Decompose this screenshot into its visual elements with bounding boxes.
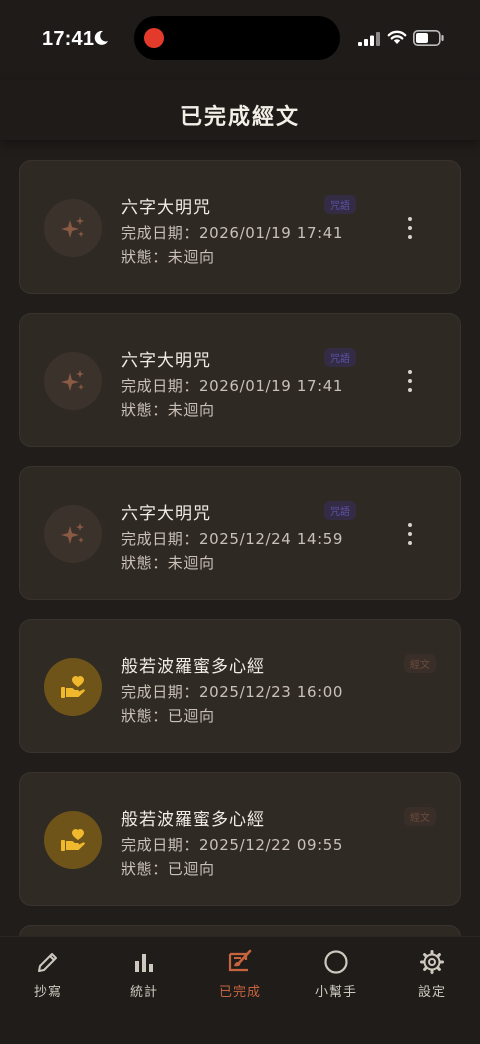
tab-label: 設定 [417, 985, 446, 1000]
completion-date: 完成日期：2025/12/22 09:55 [121, 836, 344, 854]
battery-icon [413, 30, 444, 46]
completion-date: 完成日期：2025/12/24 14:59 [121, 530, 344, 548]
category-tag: 經文 [404, 807, 436, 826]
circle-icon [324, 950, 348, 974]
completion-date: 完成日期：2026/01/19 17:41 [121, 377, 344, 395]
tab-label: 已完成 [218, 985, 261, 1000]
card-avatar [44, 505, 102, 563]
tab-label: 抄寫 [33, 985, 62, 1000]
page-title: 已完成經文 [179, 105, 300, 130]
list-item[interactable] [19, 925, 461, 936]
cellular-signal-icon [358, 32, 380, 46]
sparkles-icon [61, 217, 84, 238]
card-avatar [44, 811, 102, 869]
list-item[interactable]: 六字大明咒 完成日期：2025/12/24 14:59 狀態：未迴向 咒語 [19, 466, 461, 600]
tab-assistant[interactable]: 小幫手 [291, 947, 381, 1007]
list-item[interactable]: 般若波羅蜜多心經 完成日期：2025/12/23 16:00 狀態：已迴向 經文 [19, 619, 461, 753]
bar-chart-icon [135, 954, 153, 972]
sparkles-icon [61, 370, 84, 391]
category-tag: 咒語 [324, 501, 356, 520]
more-options-icon[interactable] [406, 370, 414, 392]
gear-icon [420, 950, 444, 974]
dynamic-island [134, 16, 340, 60]
category-tag: 經文 [404, 654, 436, 673]
dedication-status: 狀態：已迴向 [121, 860, 215, 878]
page-header: 已完成經文 [0, 80, 480, 140]
hand-heart-icon [61, 829, 85, 851]
completion-date: 完成日期：2025/12/23 16:00 [121, 683, 344, 701]
completed-list[interactable]: 六字大明咒 完成日期：2026/01/19 17:41 狀態：未迴向 咒語 六字… [0, 140, 480, 936]
wifi-icon [387, 30, 407, 44]
dedication-status: 狀態：未迴向 [121, 401, 215, 419]
sparkles-icon [61, 523, 84, 544]
brush-icon [228, 949, 252, 972]
tab-statistics[interactable]: 統計 [99, 947, 189, 1007]
dedication-status: 狀態：未迴向 [121, 554, 215, 572]
card-avatar [44, 352, 102, 410]
card-title: 般若波羅蜜多心經 [121, 810, 265, 830]
list-item[interactable]: 六字大明咒 完成日期：2026/01/19 17:41 狀態：未迴向 咒語 [19, 313, 461, 447]
tab-settings[interactable]: 設定 [387, 947, 477, 1007]
status-bar: 17:41 [0, 0, 480, 80]
dedication-status: 狀態：已迴向 [121, 707, 215, 725]
more-options-icon[interactable] [406, 523, 414, 545]
tab-label: 統計 [129, 985, 158, 1000]
more-options-icon[interactable] [406, 217, 414, 239]
moon-icon [94, 30, 108, 45]
category-tag: 咒語 [324, 348, 356, 367]
card-title: 般若波羅蜜多心經 [121, 657, 265, 677]
tab-write[interactable]: 抄寫 [3, 947, 93, 1007]
tab-label: 小幫手 [314, 985, 357, 1000]
pencil-icon [38, 953, 57, 972]
list-item[interactable]: 般若波羅蜜多心經 完成日期：2025/12/22 09:55 狀態：已迴向 經文 [19, 772, 461, 906]
card-avatar [44, 658, 102, 716]
completion-date: 完成日期：2026/01/19 17:41 [121, 224, 344, 242]
status-time: 17:41 [42, 28, 95, 50]
card-avatar [44, 199, 102, 257]
card-title: 六字大明咒 [121, 504, 211, 524]
recording-indicator [144, 28, 164, 48]
card-title: 六字大明咒 [121, 351, 211, 371]
dedication-status: 狀態：未迴向 [121, 248, 215, 266]
hand-heart-icon [61, 676, 85, 698]
tab-completed[interactable]: 已完成 [195, 947, 285, 1007]
list-item[interactable]: 六字大明咒 完成日期：2026/01/19 17:41 狀態：未迴向 咒語 [19, 160, 461, 294]
category-tag: 咒語 [324, 195, 356, 214]
bottom-tab-bar: 抄寫 統計 已完成 小幫手 設定 [0, 936, 480, 1044]
card-title: 六字大明咒 [121, 198, 211, 218]
